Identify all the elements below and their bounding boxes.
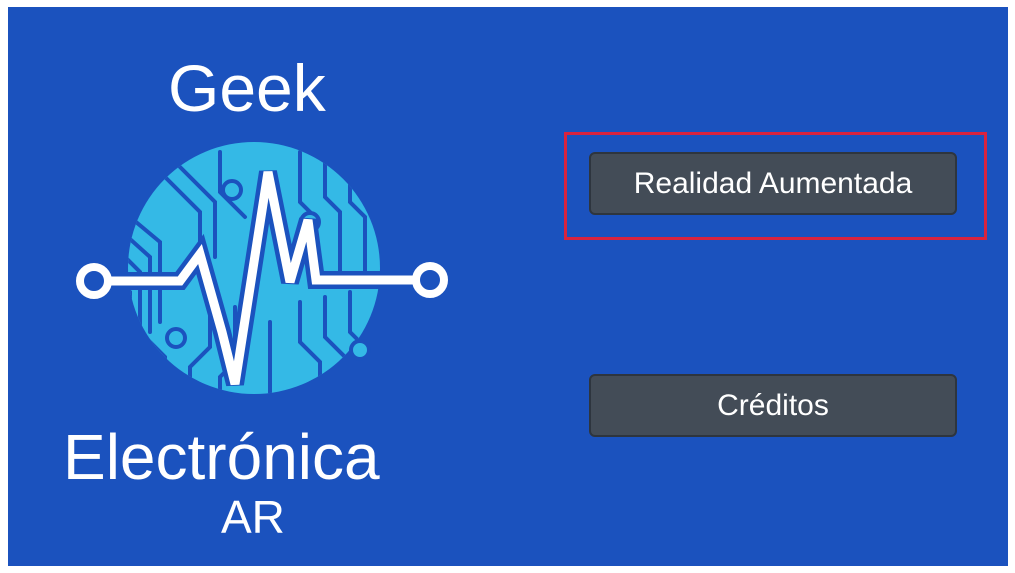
augmented-reality-button[interactable]: Realidad Aumentada	[589, 152, 957, 215]
circuit-heartbeat-icon	[76, 142, 448, 394]
logo-title: Geek	[168, 51, 326, 125]
main-menu-screen: Geek Electrónica AR Realidad Aumentada C…	[8, 7, 1008, 566]
credits-button[interactable]: Créditos	[589, 374, 957, 437]
logo-suffix: AR	[221, 491, 285, 543]
app-logo: Geek Electrónica AR	[8, 7, 508, 566]
logo-subtitle: Electrónica	[63, 421, 380, 493]
